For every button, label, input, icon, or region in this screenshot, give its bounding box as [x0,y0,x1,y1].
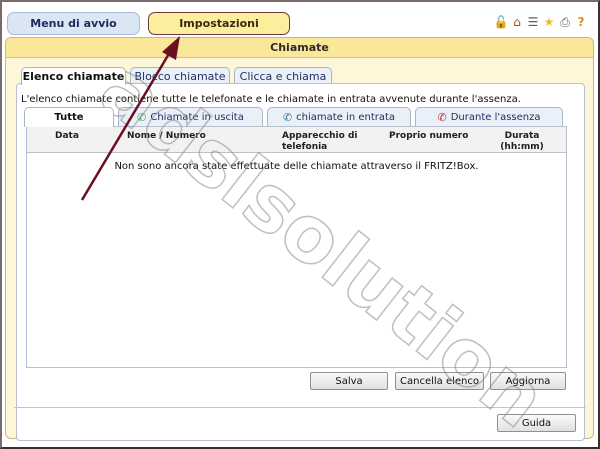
outgoing-call-icon: ✆ [137,110,147,124]
subtab-missed[interactable]: ✆ Durante l'assenza [415,107,563,126]
tab-click-to-call[interactable]: Clicca e chiama [234,67,332,84]
subtab-outgoing-label: Chiamate in uscita [150,111,244,123]
column-header-date[interactable]: Data [55,131,79,142]
empty-list-message: Non sono ancora state effettuate delle c… [114,161,479,172]
help-icon[interactable]: ? [574,15,588,29]
divider [14,407,586,408]
panel-title: Chiamate [6,38,593,58]
clear-list-button[interactable]: Cancella elenco [395,372,484,390]
help-button[interactable]: Guida [497,414,576,432]
column-header-duration[interactable]: Durata (hh:mm) [494,131,550,153]
start-menu-button[interactable]: Menu di avvio [7,12,140,35]
subtab-missed-label: Durante l'assenza [450,111,541,123]
settings-button[interactable]: Impostazioni [148,12,290,35]
save-button[interactable]: Salva [310,372,388,390]
lock-icon[interactable]: 🔓 [494,15,509,29]
subtab-all-label: Tutte [54,112,84,123]
description-text: L'elenco chiamate contiene tutte le tele… [21,94,521,105]
main-panel: Chiamate Elenco chiamate Blocco chiamate… [5,37,594,441]
column-header-device[interactable]: Apparecchio di telefonia [282,131,362,153]
subtab-outgoing[interactable]: ✆ Chiamate in uscita [118,107,263,126]
home-icon[interactable]: ⌂ [510,15,524,29]
column-header-own-number[interactable]: Proprio numero [389,131,468,142]
call-table: Data Nome / Numero Apparecchio di telefo… [26,126,567,368]
print-icon[interactable]: ⎙ [558,15,572,29]
subtab-all[interactable]: Tutte [24,107,114,127]
column-header-name-number[interactable]: Nome / Numero [127,131,206,142]
toolbar-icons: 🔓 ⌂ ☰ ★ ⎙ ? [494,15,588,29]
tab-call-list[interactable]: Elenco chiamate [21,67,126,85]
incoming-call-icon: ✆ [282,110,293,124]
missed-call-icon: ✆ [437,110,447,124]
star-icon[interactable]: ★ [542,15,556,29]
subtab-incoming-label: chiamate in entrata [296,111,396,123]
tab-call-blocking[interactable]: Blocco chiamate [130,67,230,84]
subtab-incoming[interactable]: ✆ chiamate in entrata [267,107,411,126]
table-header: Data Nome / Numero Apparecchio di telefo… [27,127,566,153]
refresh-button[interactable]: Aggiorna [490,372,566,390]
sitemap-icon[interactable]: ☰ [526,15,540,29]
